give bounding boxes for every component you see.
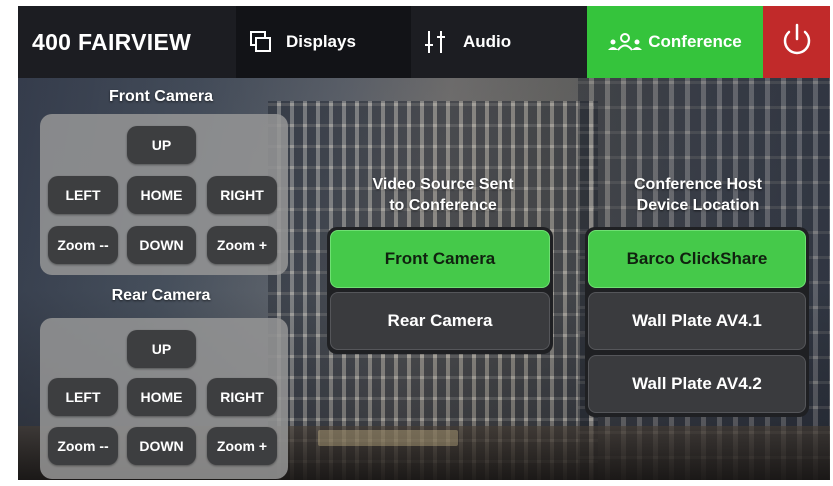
host-location-title-line1: Conference Host bbox=[633, 176, 763, 193]
tab-conference[interactable]: Conference bbox=[587, 6, 763, 78]
front-camera-ptz-panel: UP LEFT HOME RIGHT Zoom -- DOWN Zoom + bbox=[40, 114, 288, 275]
front-camera-home-button[interactable]: HOME bbox=[127, 176, 196, 214]
video-source-title-line1: Video Source Sent bbox=[372, 176, 514, 193]
front-camera-title: Front Camera bbox=[108, 88, 214, 105]
front-camera-zoom-in-button[interactable]: Zoom + bbox=[207, 226, 277, 264]
host-location-group: Barco ClickShare Wall Plate AV4.1 Wall P… bbox=[585, 227, 809, 417]
rear-camera-zoom-out-button[interactable]: Zoom -- bbox=[48, 427, 118, 465]
front-camera-right-button[interactable]: RIGHT bbox=[207, 176, 277, 214]
video-source-title: Video Source Sent to Conference bbox=[328, 174, 558, 216]
rear-camera-up-button[interactable]: UP bbox=[127, 330, 196, 368]
rear-camera-home-button[interactable]: HOME bbox=[127, 378, 196, 416]
power-button[interactable] bbox=[763, 6, 830, 78]
rear-camera-zoom-in-button[interactable]: Zoom + bbox=[207, 427, 277, 465]
host-barco-clickshare-button[interactable]: Barco ClickShare bbox=[588, 230, 806, 288]
host-location-title-line2: Device Location bbox=[636, 197, 760, 214]
power-icon bbox=[781, 23, 813, 62]
rear-camera-left-button[interactable]: LEFT bbox=[48, 378, 118, 416]
video-source-rear-camera-button[interactable]: Rear Camera bbox=[330, 292, 550, 350]
video-source-title-line2: to Conference bbox=[389, 197, 497, 214]
front-camera-down-button[interactable]: DOWN bbox=[127, 226, 196, 264]
video-source-group: Front Camera Rear Camera bbox=[327, 227, 553, 354]
tab-label: Conference bbox=[648, 32, 742, 51]
rear-camera-right-button[interactable]: RIGHT bbox=[207, 378, 277, 416]
host-wall-plate-av41-button[interactable]: Wall Plate AV4.1 bbox=[588, 292, 806, 350]
room-name: 400 FAIRVIEW bbox=[32, 28, 192, 55]
rear-camera-title: Rear Camera bbox=[111, 287, 211, 304]
background-building-sign bbox=[318, 430, 458, 446]
audio-sliders-icon bbox=[425, 29, 449, 55]
front-camera-left-button[interactable]: LEFT bbox=[48, 176, 118, 214]
front-camera-zoom-out-button[interactable]: Zoom -- bbox=[48, 226, 118, 264]
front-camera-up-button[interactable]: UP bbox=[127, 126, 196, 164]
touch-panel-screen: 400 FAIRVIEW Displays Audio Conference F… bbox=[18, 6, 830, 480]
rear-camera-down-button[interactable]: DOWN bbox=[127, 427, 196, 465]
video-source-front-camera-button[interactable]: Front Camera bbox=[330, 230, 550, 288]
people-icon bbox=[608, 33, 643, 51]
rear-camera-ptz-panel: UP LEFT HOME RIGHT Zoom -- DOWN Zoom + bbox=[40, 318, 288, 479]
host-wall-plate-av42-button[interactable]: Wall Plate AV4.2 bbox=[588, 355, 806, 413]
tab-label: Displays bbox=[286, 32, 356, 51]
top-nav-bar: 400 FAIRVIEW Displays Audio Conference bbox=[18, 6, 830, 78]
tab-displays[interactable]: Displays bbox=[236, 6, 411, 78]
tab-audio[interactable]: Audio bbox=[411, 6, 587, 78]
host-location-title: Conference Host Device Location bbox=[584, 174, 812, 216]
tab-label: Audio bbox=[463, 32, 512, 51]
displays-icon bbox=[250, 31, 272, 53]
